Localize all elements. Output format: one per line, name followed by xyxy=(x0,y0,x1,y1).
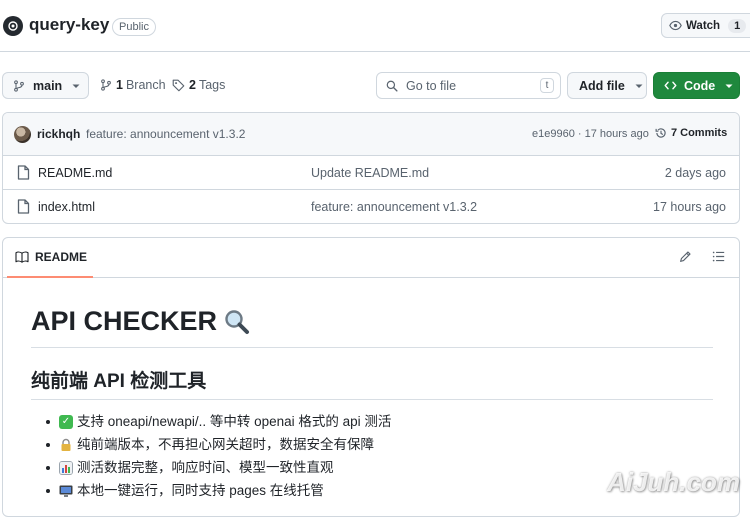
code-icon xyxy=(664,81,677,90)
file-time: 17 hours ago xyxy=(653,200,726,214)
feature-text: 纯前端版本，不再担心网关超时，数据安全有保障 xyxy=(77,437,374,452)
readme-title: API CHECKER xyxy=(31,306,713,348)
commits-label: Commits xyxy=(680,127,728,139)
shortcut-key: t xyxy=(540,78,554,93)
file-time: 2 days ago xyxy=(664,166,726,180)
tag-label: Tags xyxy=(198,78,226,92)
readme-title-text: API CHECKER xyxy=(31,306,218,336)
branch-icon xyxy=(101,79,111,91)
active-tab-indicator xyxy=(7,276,93,278)
lock-icon xyxy=(61,438,71,451)
bar-chart-icon xyxy=(59,460,73,475)
file-name[interactable]: README.md xyxy=(38,166,112,180)
visibility-badge: Public xyxy=(112,18,156,36)
magnifying-glass-icon xyxy=(225,309,250,334)
file-icon xyxy=(17,165,30,180)
tag-icon xyxy=(172,79,185,91)
pencil-icon[interactable] xyxy=(679,250,692,263)
go-to-file-input[interactable]: Go to file t xyxy=(376,72,561,99)
chevron-down-icon xyxy=(725,84,733,88)
file-commit-message[interactable]: Update README.md xyxy=(311,166,429,180)
tag-count: 2 xyxy=(189,78,196,92)
chevron-down-icon xyxy=(635,84,643,88)
repo-owner-avatar[interactable] xyxy=(3,16,23,36)
history-icon xyxy=(655,128,666,138)
readme-subtitle: 纯前端 API 检测工具 xyxy=(31,366,713,400)
owner-logo-icon xyxy=(8,21,18,31)
branch-count: 1 xyxy=(116,78,123,92)
feature-text: 本地一键运行，同时支持 pages 在线托管 xyxy=(77,483,324,498)
readme-tab-label: README xyxy=(35,250,88,264)
list-item: ✓ 支持 oneapi/newapi/.. 等中转 openai 格式的 api… xyxy=(46,410,711,433)
latest-commit: rickhqh feature: announcement v1.3.2 e1e… xyxy=(3,113,739,156)
readme-header: README xyxy=(3,238,739,278)
check-mark-icon: ✓ xyxy=(59,414,73,429)
file-name[interactable]: index.html xyxy=(38,200,95,214)
add-file-button[interactable]: Add file xyxy=(567,72,647,99)
commits-count: 7 xyxy=(671,127,678,139)
branch-name: main xyxy=(33,78,63,93)
branch-label: Branch xyxy=(125,78,166,92)
add-file-label: Add file xyxy=(579,78,625,93)
commits-link[interactable]: 7 Commits xyxy=(655,127,727,139)
code-button[interactable]: Code xyxy=(653,72,740,99)
commit-author[interactable]: rickhqh xyxy=(37,127,80,141)
file-icon xyxy=(17,199,30,214)
outline-list-icon[interactable] xyxy=(712,250,725,263)
list-item: 纯前端版本，不再担心网关超时，数据安全有保障 xyxy=(46,433,711,456)
author-avatar[interactable] xyxy=(14,126,31,143)
feature-text: 支持 oneapi/newapi/.. 等中转 openai 格式的 api 测… xyxy=(77,414,392,429)
go-to-file-placeholder: Go to file xyxy=(406,78,457,93)
branch-selector[interactable]: main xyxy=(2,72,89,99)
repo-header: query-key Public Watch 1 xyxy=(0,0,750,52)
code-label: Code xyxy=(684,78,716,93)
watch-button[interactable]: Watch 1 xyxy=(661,13,750,38)
file-commit-message[interactable]: feature: announcement v1.3.2 xyxy=(311,200,477,214)
file-row[interactable]: index.html feature: announcement v1.3.2 … xyxy=(3,190,739,223)
book-icon xyxy=(15,251,29,263)
readme-tab[interactable]: README xyxy=(15,250,87,264)
search-icon xyxy=(386,80,398,92)
watch-count: 1 xyxy=(728,18,747,33)
branch-icon xyxy=(14,79,24,92)
chevron-down-icon xyxy=(72,84,80,88)
monitor-icon xyxy=(59,485,73,497)
watermark: AiJuh.com xyxy=(607,467,740,497)
tags-link[interactable]: 2 Tags xyxy=(172,78,225,92)
file-browser: rickhqh feature: announcement v1.3.2 e1e… xyxy=(2,112,740,224)
feature-text: 测活数据完整，响应时间、模型一致性直观 xyxy=(77,460,334,475)
branches-link[interactable]: 1 Branch xyxy=(100,78,166,92)
commit-hash-time[interactable]: e1e9960 · 17 hours ago xyxy=(532,128,649,140)
eye-icon xyxy=(669,20,682,31)
repo-name[interactable]: query-key xyxy=(29,15,109,35)
file-row[interactable]: README.md Update README.md 2 days ago xyxy=(3,156,739,190)
watch-label: Watch xyxy=(686,19,721,32)
commit-message[interactable]: feature: announcement v1.3.2 xyxy=(86,127,245,141)
